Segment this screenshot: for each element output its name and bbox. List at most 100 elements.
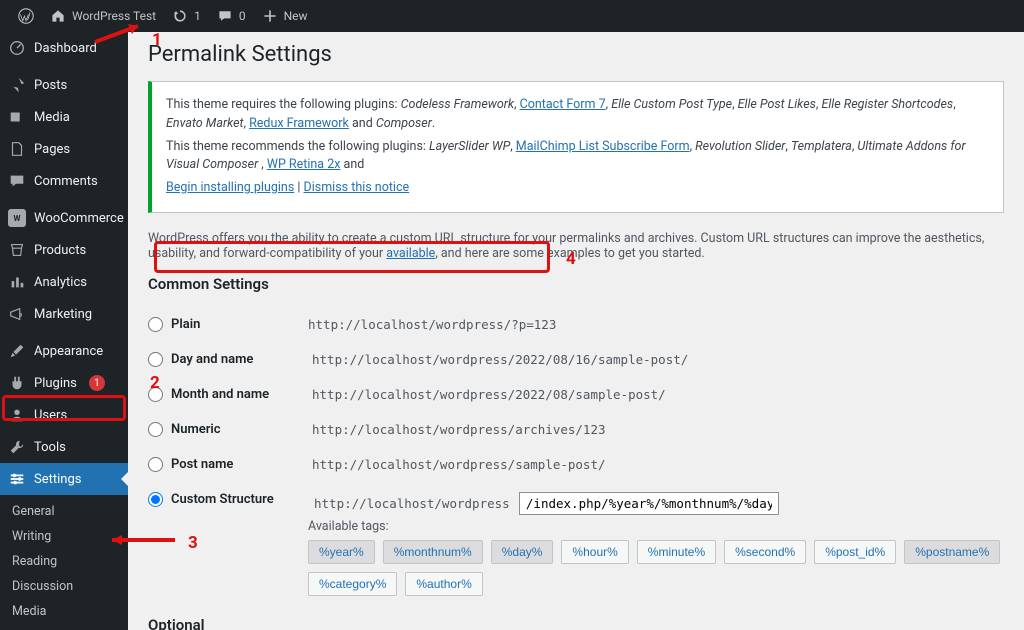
- sidebar-item-comments[interactable]: Comments: [0, 165, 128, 197]
- option-label[interactable]: Numeric: [148, 422, 308, 437]
- notice-plugin-link[interactable]: WP Retina 2x: [267, 157, 341, 172]
- begin-installing-link[interactable]: Begin installing plugins: [166, 180, 294, 195]
- sidebar-item-label: Marketing: [34, 307, 92, 322]
- submenu-writing[interactable]: Writing: [0, 524, 128, 549]
- option-month-name: Month and name http://localhost/wordpres…: [148, 377, 1004, 412]
- option-label[interactable]: Plain: [148, 317, 308, 332]
- tag-postid[interactable]: %post_id%: [814, 540, 896, 564]
- sidebar-item-marketing[interactable]: Marketing: [0, 298, 128, 330]
- submenu-media[interactable]: Media: [0, 599, 128, 624]
- sidebar-item-label: Products: [34, 243, 86, 258]
- sidebar-item-products[interactable]: Products: [0, 234, 128, 266]
- sidebar-item-users[interactable]: Users: [0, 399, 128, 431]
- notice-plugin: Elle Register Shortcodes: [821, 97, 953, 112]
- common-settings-heading: Common Settings: [148, 275, 1004, 293]
- notice-plugin: Elle Post Likes: [738, 97, 816, 112]
- notice-plugin: Elle Custom Post Type: [611, 97, 732, 112]
- submenu-permalinks[interactable]: Permalinks: [0, 624, 128, 630]
- dismiss-notice-link[interactable]: Dismiss this notice: [304, 180, 410, 195]
- tag-list: %year% %monthnum% %day% %hour% %minute% …: [308, 540, 1004, 596]
- settings-submenu: General Writing Reading Discussion Media…: [0, 495, 128, 630]
- option-label[interactable]: Post name: [148, 457, 308, 472]
- plugin-icon: [8, 374, 26, 392]
- custom-structure-input[interactable]: [519, 492, 779, 515]
- sidebar-item-label: Users: [34, 408, 67, 423]
- notice-plugin: Codeless Framework: [401, 97, 514, 112]
- new-label: New: [284, 9, 308, 23]
- available-tags-label: Available tags:: [308, 519, 1004, 534]
- tag-category[interactable]: %category%: [308, 572, 397, 596]
- sidebar-item-posts[interactable]: Posts: [0, 69, 128, 101]
- option-label[interactable]: Custom Structure: [148, 492, 308, 507]
- tag-postname[interactable]: %postname%: [904, 540, 1000, 564]
- wp-logo[interactable]: [10, 8, 42, 24]
- option-label[interactable]: Month and name: [148, 387, 308, 402]
- option-label[interactable]: Day and name: [148, 352, 308, 367]
- notice-plugin: LayerSlider WP: [429, 139, 510, 154]
- option-example: http://localhost/wordpress/2022/08/sampl…: [308, 385, 670, 404]
- pin-icon: [8, 76, 26, 94]
- radio-numeric[interactable]: [148, 422, 163, 437]
- sidebar-item-label: Dashboard: [34, 41, 97, 56]
- sidebar-item-analytics[interactable]: Analytics: [0, 266, 128, 298]
- sidebar-item-pages[interactable]: Pages: [0, 133, 128, 165]
- option-post-name: Post name http://localhost/wordpress/sam…: [148, 447, 1004, 482]
- notice-plugin-link[interactable]: Redux Framework: [249, 116, 349, 131]
- sidebar-item-dashboard[interactable]: Dashboard: [0, 32, 128, 64]
- radio-custom[interactable]: [148, 492, 163, 507]
- intro-text: WordPress offers you the ability to crea…: [148, 231, 1004, 261]
- site-title: WordPress Test: [72, 9, 156, 23]
- radio-month-name[interactable]: [148, 387, 163, 402]
- sidebar-item-woocommerce[interactable]: WWooCommerce: [0, 202, 128, 234]
- sidebar-item-label: Pages: [34, 142, 70, 157]
- sidebar-item-label: Settings: [34, 472, 81, 487]
- notice-plugin-link[interactable]: MailChimp List Subscribe Form: [516, 139, 690, 154]
- admin-sidebar: Dashboard Posts Media Pages Comments WWo…: [0, 32, 128, 630]
- tag-year[interactable]: %year%: [308, 540, 375, 564]
- notice-text: This theme requires the following plugin…: [166, 97, 401, 112]
- option-example: http://localhost/wordpress/2022/08/16/sa…: [308, 350, 692, 369]
- tag-day[interactable]: %day%: [491, 540, 554, 564]
- tag-author[interactable]: %author%: [405, 572, 482, 596]
- tag-minute[interactable]: %minute%: [637, 540, 716, 564]
- notice-plugin: Templatera: [791, 139, 852, 154]
- intro-link[interactable]: available: [386, 246, 435, 261]
- radio-post-name[interactable]: [148, 457, 163, 472]
- user-icon: [8, 406, 26, 424]
- sidebar-item-media[interactable]: Media: [0, 101, 128, 133]
- tools-icon: [8, 438, 26, 456]
- tag-second[interactable]: %second%: [724, 540, 806, 564]
- sidebar-item-plugins[interactable]: Plugins 1: [0, 367, 128, 399]
- megaphone-icon: [8, 305, 26, 323]
- option-custom: Custom Structure http://localhost/wordpr…: [148, 482, 1004, 606]
- sidebar-item-appearance[interactable]: Appearance: [0, 335, 128, 367]
- option-example: http://localhost/wordpress/archives/123: [308, 420, 610, 439]
- sidebar-item-label: Analytics: [34, 275, 87, 290]
- settings-icon: [8, 470, 26, 488]
- submenu-reading[interactable]: Reading: [0, 549, 128, 574]
- option-example: http://localhost/wordpress/sample-post/: [308, 455, 610, 474]
- notice-text: This theme recommends the following plug…: [166, 139, 429, 154]
- woo-icon: W: [8, 209, 26, 227]
- site-home[interactable]: WordPress Test: [42, 8, 164, 24]
- sidebar-item-tools[interactable]: Tools: [0, 431, 128, 463]
- comments-count: 0: [239, 9, 246, 23]
- new-content[interactable]: New: [254, 8, 316, 24]
- submenu-general[interactable]: General: [0, 499, 128, 524]
- radio-day-name[interactable]: [148, 352, 163, 367]
- dashboard-icon: [8, 39, 26, 57]
- tag-hour[interactable]: %hour%: [561, 540, 628, 564]
- plugin-update-badge: 1: [89, 375, 105, 391]
- option-plain: Plain http://localhost/wordpress/?p=123: [148, 307, 1004, 342]
- updates-link[interactable]: 1: [164, 8, 209, 24]
- notice-plugin: Composer: [376, 116, 432, 131]
- radio-plain[interactable]: [148, 317, 163, 332]
- notice-plugin-link[interactable]: Contact Form 7: [520, 97, 606, 112]
- sidebar-item-label: Plugins: [34, 376, 77, 391]
- comments-link[interactable]: 0: [209, 8, 254, 24]
- notice-plugin: Revolution Slider: [695, 139, 785, 154]
- submenu-discussion[interactable]: Discussion: [0, 574, 128, 599]
- tag-monthnum[interactable]: %monthnum%: [383, 540, 483, 564]
- sidebar-item-settings[interactable]: Settings: [0, 463, 128, 495]
- notice-plugin: Envato Market: [166, 116, 244, 131]
